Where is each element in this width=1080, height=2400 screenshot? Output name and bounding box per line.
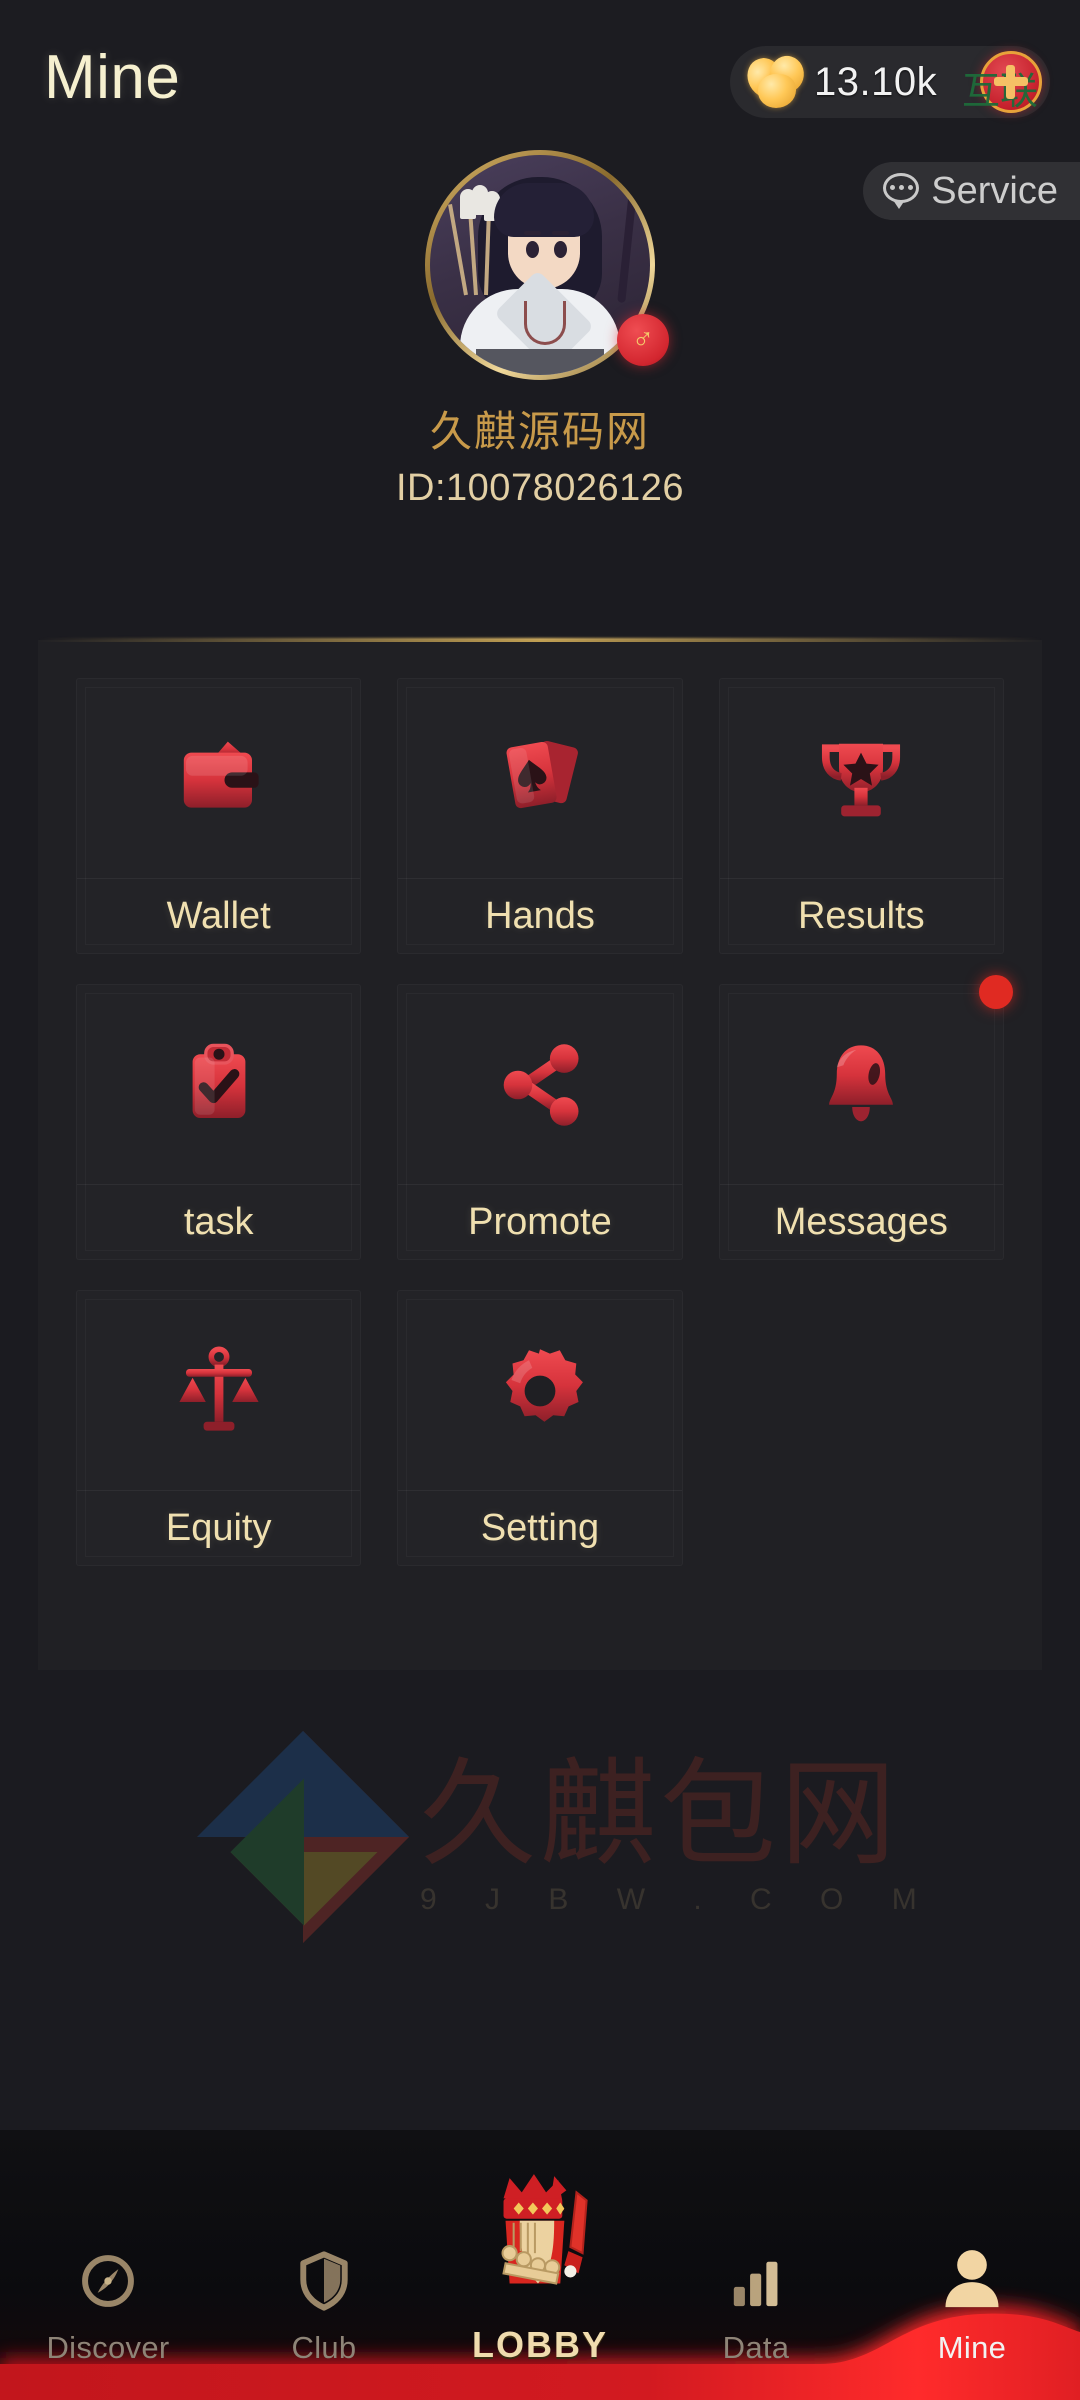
tile-icon-area [77,985,361,1185]
avatar[interactable]: ♂ [425,150,669,380]
plus-icon [994,65,1028,99]
menu-tile-label: Setting [480,1506,600,1549]
king-card-icon [475,2168,605,2318]
nav-items: Discover Club LOBBY Data Mine [0,2130,1080,2400]
gear-icon [485,1336,595,1446]
currency-value: 13.10k [814,59,938,104]
user-id: ID:10078026126 [395,467,685,509]
menu-tile-label: task [183,1200,254,1243]
tile-icon-area [77,1291,361,1491]
tile-icon-area [719,679,1003,879]
tile-icon-area [398,985,682,1185]
nav-item-data[interactable]: Data [648,2234,864,2400]
tile-icon-area [77,679,361,879]
menu-panel: 久麒包网 9 J B W . C O M Wallet Hands Results t… [38,640,1042,1944]
wallet-icon [164,724,274,834]
mine-screen: Mine 13.10k 互联 Service ♂ 久麒源码网 ID:100780… [0,0,1080,2400]
tile-icon-area [398,1291,682,1491]
unread-badge-dot [979,975,1013,1009]
watermark-latin: 9 J B W . C O M [420,1883,937,1916]
menu-tile-wallet[interactable]: Wallet [76,678,362,954]
tile-icon-area [719,985,1003,1185]
menu-tile-label: Hands [485,894,595,937]
bar-chart-icon [719,2234,793,2318]
nav-item-label: LOBBY [472,2324,608,2365]
currency-pill[interactable]: 13.10k 互联 [730,46,1050,118]
nav-item-discover[interactable]: Discover [0,2234,216,2400]
bottom-navigation: Discover Club LOBBY Data Mine [0,2130,1080,2400]
nav-item-label: Club [291,2330,357,2365]
menu-tile-hands[interactable]: Hands [397,678,683,954]
clipboard-check-icon [164,1030,274,1140]
nav-item-lobby[interactable]: LOBBY [432,2168,648,2400]
menu-tile-label: Wallet [166,894,271,937]
menu-tile-task[interactable]: task [76,984,362,1260]
menu-tile-equity[interactable]: Equity [76,1290,362,1566]
cards-icon [485,724,595,834]
menu-tile-label: Results [797,894,925,937]
shield-icon [287,2234,361,2318]
share-icon [485,1030,595,1140]
menu-tile-results[interactable]: Results [718,678,1004,954]
person-icon [933,2234,1011,2318]
nav-item-label: Discover [46,2330,170,2365]
scales-icon [164,1336,274,1446]
menu-tile-promote[interactable]: Promote [397,984,683,1260]
menu-tile-setting[interactable]: Setting [397,1290,683,1566]
compass-icon [71,2234,145,2318]
profile-section: ♂ 久麒源码网 ID:10078026126 [0,150,1080,510]
menu-tile-label: Equity [165,1506,272,1549]
menu-grid: Wallet Hands Results task Promote Messages Equ… [38,642,1042,1602]
nav-item-label: Mine [937,2330,1007,2365]
gold-nugget-icon [742,52,809,110]
tile-icon-area [398,679,682,879]
site-watermark: 久麒包网 9 J B W . C O M [196,1722,948,1952]
nav-item-label: Data [722,2330,790,2365]
bell-icon [806,1030,916,1140]
nav-item-mine[interactable]: Mine [864,2234,1080,2400]
watermark-chinese: 久麒包网 [420,1747,900,1882]
menu-tile-label: Messages [774,1200,948,1243]
menu-tile-label: Promote [468,1200,612,1243]
add-currency-button[interactable] [980,51,1042,113]
nav-item-club[interactable]: Club [216,2234,432,2400]
menu-tile-messages[interactable]: Messages [718,975,1013,1260]
page-title: Mine [44,43,181,112]
trophy-icon [806,724,916,834]
username: 久麒源码网 [429,407,650,456]
gender-badge: ♂ [617,314,669,366]
diamond-logo-icon [196,1730,410,1944]
